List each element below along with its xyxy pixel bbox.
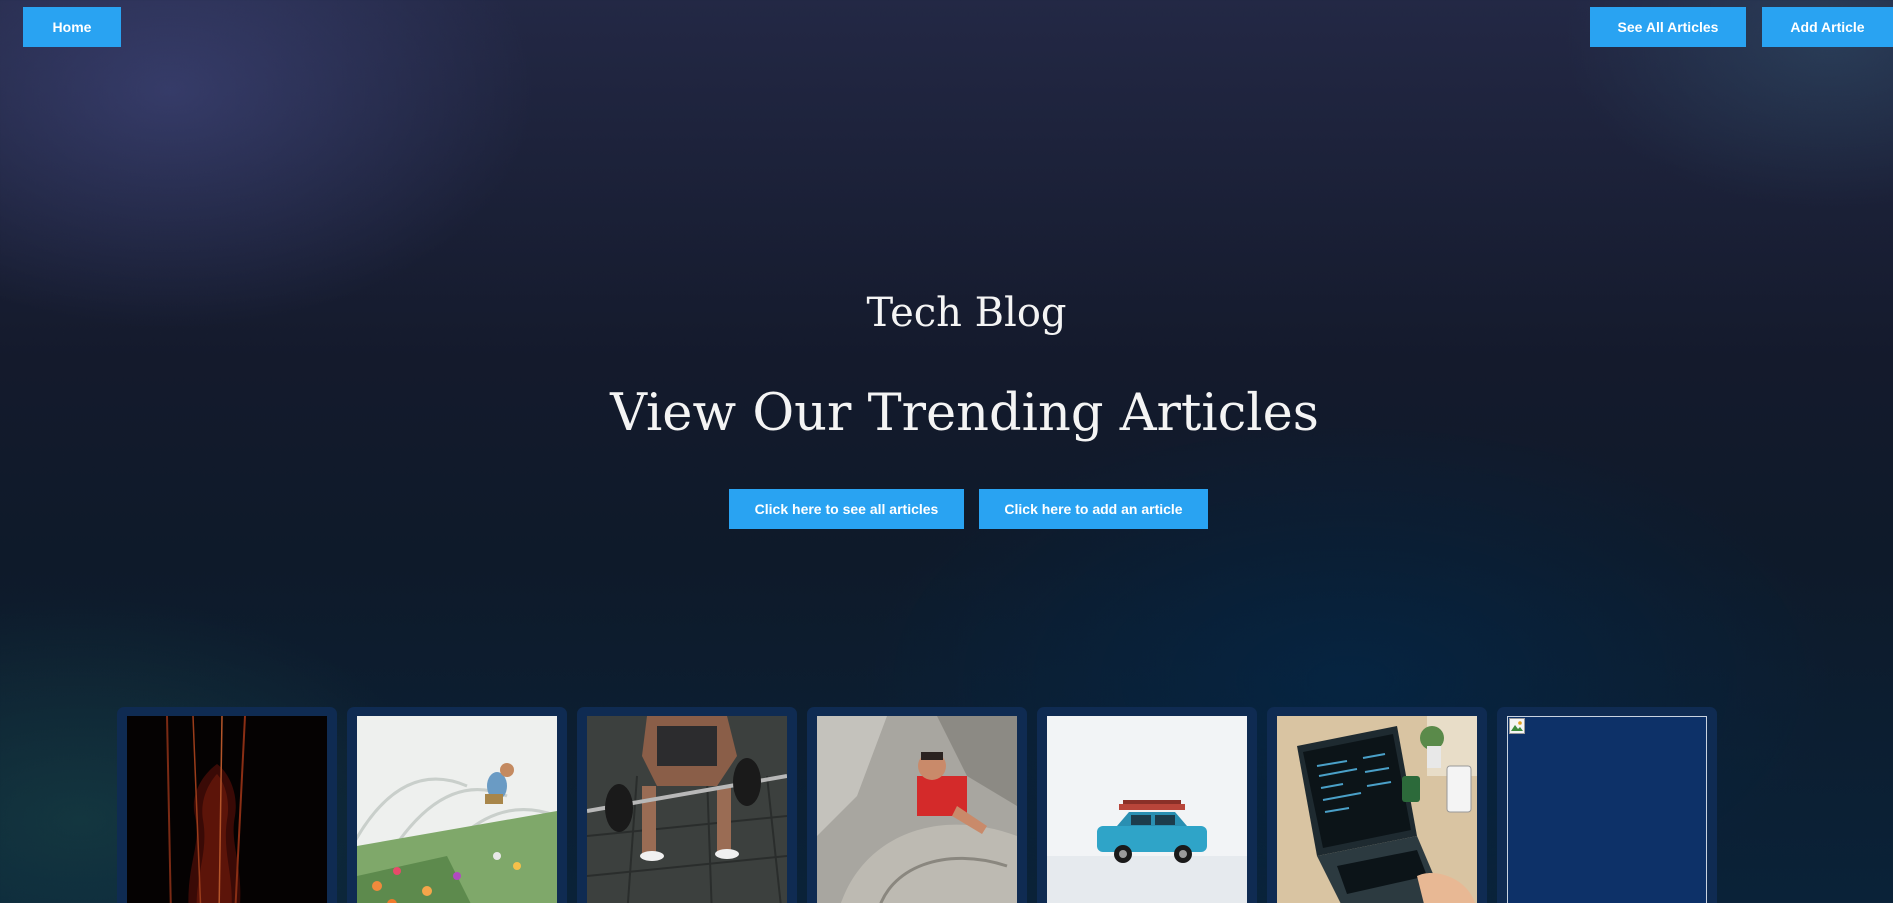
home-button[interactable]: Home [23,7,121,47]
article-image-violin[interactable] [127,716,327,903]
article-card[interactable] [1267,707,1487,903]
see-all-articles-cta-button[interactable]: Click here to see all articles [729,489,964,529]
article-image-barbell[interactable] [587,716,787,903]
article-card[interactable] [577,707,797,903]
page-headline: View Our Trending Articles [610,384,1319,443]
add-article-button[interactable]: Add Article [1762,7,1893,47]
article-card[interactable] [1037,707,1257,903]
article-image-laptop[interactable] [1277,716,1477,903]
add-article-cta-button[interactable]: Click here to add an article [979,489,1208,529]
article-image-climber[interactable] [817,716,1017,903]
site-title: Tech Blog [866,290,1067,336]
article-image-greenhouse[interactable] [357,716,557,903]
article-image-car-snow[interactable] [1047,716,1247,903]
article-card[interactable] [347,707,567,903]
article-card[interactable] [117,707,337,903]
article-image-broken[interactable] [1507,716,1707,903]
see-all-articles-button[interactable]: See All Articles [1590,7,1746,47]
broken-image-icon [1509,718,1525,734]
article-card[interactable] [807,707,1027,903]
article-card[interactable] [1497,707,1717,903]
